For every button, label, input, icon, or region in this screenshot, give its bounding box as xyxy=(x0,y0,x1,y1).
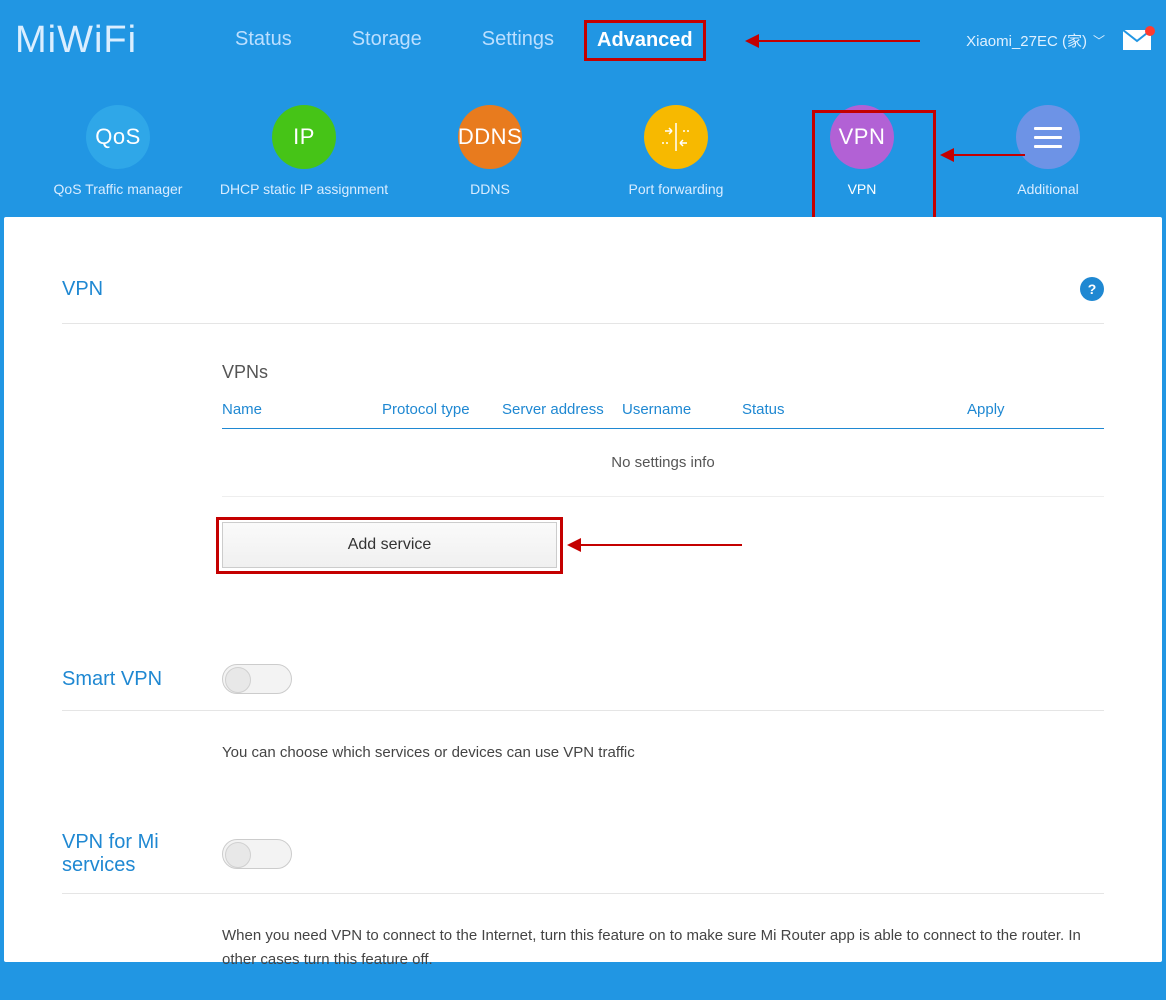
vpn-table-header: Name Protocol type Server address Userna… xyxy=(222,401,1104,429)
subnav-additional[interactable]: Additional xyxy=(955,105,1141,197)
nav-status[interactable]: Status xyxy=(205,20,322,61)
port-forwarding-icon xyxy=(644,105,708,169)
help-icon[interactable]: ? xyxy=(1080,277,1104,301)
add-service-button[interactable]: Add service xyxy=(222,522,557,568)
content-panel: VPN ? VPNs Name Protocol type Server add… xyxy=(4,217,1162,962)
subnav-label: Port forwarding xyxy=(583,181,769,197)
section-title-smart-vpn: Smart VPN xyxy=(62,668,222,691)
hamburger-icon xyxy=(1016,105,1080,169)
section-title-vpn: VPN xyxy=(62,278,1080,301)
col-apply: Apply xyxy=(967,401,1104,418)
vpn-mi-description: When you need VPN to connect to the Inte… xyxy=(62,924,1104,972)
vpn-icon: VPN xyxy=(830,105,894,169)
smart-vpn-toggle[interactable] xyxy=(222,664,292,694)
ddns-icon: DDNS xyxy=(458,105,522,169)
subnav-ddns[interactable]: DDNS DDNS xyxy=(397,105,583,197)
ip-icon: IP xyxy=(272,105,336,169)
nav-storage[interactable]: Storage xyxy=(322,20,452,61)
subnav-vpn[interactable]: VPN VPN xyxy=(769,105,955,197)
col-server: Server address xyxy=(502,401,622,418)
router-selector[interactable]: Xiaomi_27EC (家) ﹀ xyxy=(966,30,1105,51)
subnav-port-forwarding[interactable]: Port forwarding xyxy=(583,105,769,197)
section-title-vpn-mi: VPN for Mi services xyxy=(62,831,222,877)
smart-vpn-description: You can choose which services or devices… xyxy=(62,741,1104,765)
mail-icon[interactable] xyxy=(1123,30,1151,50)
col-status: Status xyxy=(742,401,967,418)
subnav-label: QoS Traffic manager xyxy=(25,181,211,197)
qos-icon: QoS xyxy=(86,105,150,169)
nav-advanced[interactable]: Advanced xyxy=(584,20,706,61)
subnav-qos[interactable]: QoS QoS Traffic manager xyxy=(25,105,211,197)
active-tab-caret-icon xyxy=(862,234,890,248)
subnav-dhcp[interactable]: IP DHCP static IP assignment xyxy=(211,105,397,197)
subnav-label: DDNS xyxy=(397,181,583,197)
col-name: Name xyxy=(222,401,382,418)
vpn-mi-toggle[interactable] xyxy=(222,839,292,869)
subnav-label: DHCP static IP assignment xyxy=(211,181,397,197)
router-name: Xiaomi_27EC (家) xyxy=(966,30,1087,51)
col-username: Username xyxy=(622,401,742,418)
app-logo: MiWiFi xyxy=(15,21,205,59)
col-protocol: Protocol type xyxy=(382,401,502,418)
subnav-label: VPN xyxy=(769,181,955,197)
subnav-label: Additional xyxy=(955,181,1141,197)
table-empty-message: No settings info xyxy=(222,429,1104,497)
notification-dot-icon xyxy=(1145,26,1155,36)
vpns-heading: VPNs xyxy=(222,362,1104,383)
chevron-down-icon: ﹀ xyxy=(1093,32,1105,49)
annotation-arrow-icon xyxy=(567,538,742,552)
main-nav: Status Storage Settings Advanced xyxy=(205,20,706,61)
nav-settings[interactable]: Settings xyxy=(452,20,584,61)
